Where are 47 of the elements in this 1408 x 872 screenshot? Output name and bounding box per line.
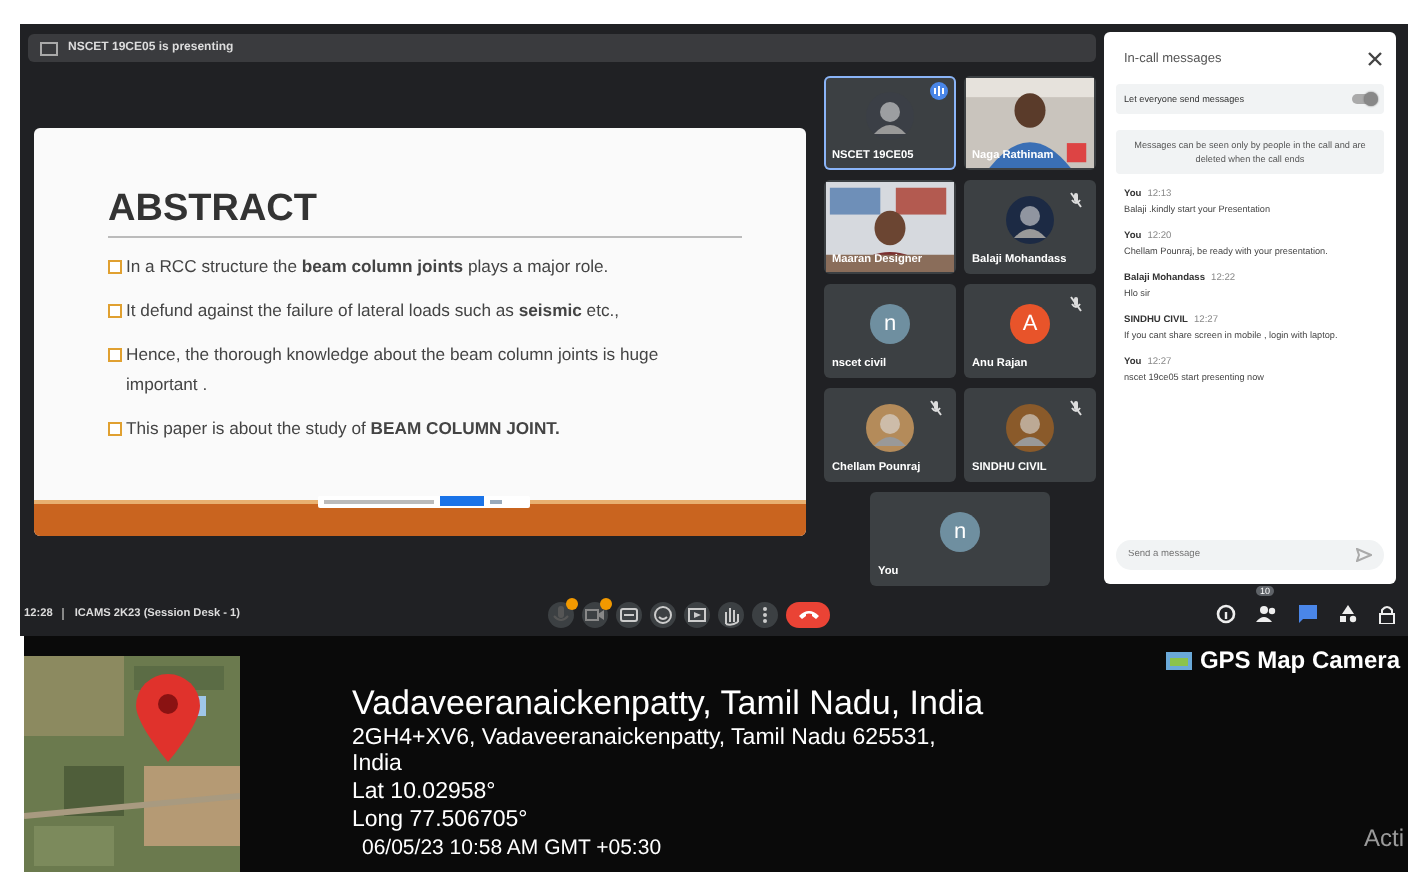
alert-badge: [566, 597, 578, 609]
avatar-letter: n: [940, 511, 980, 551]
hand-icon: [720, 603, 742, 625]
lock-icon[interactable]: [1378, 604, 1396, 624]
map-pin-icon: [134, 672, 202, 764]
location-title: Vadaveeranaickenpatty, Tamil Nadu, India: [352, 684, 986, 724]
present-button[interactable]: [684, 601, 710, 627]
mic-button[interactable]: [548, 601, 574, 627]
bullet-text: This paper is about the study of BEAM COLUMN JOINT.: [126, 415, 562, 442]
longitude-text: Long 77.506705°: [352, 808, 530, 834]
app-name: GPS Map Camera: [1199, 646, 1400, 674]
map-icon: [1165, 651, 1192, 669]
bullet-text: In a RCC structure the beam column joints plays a major role.: [126, 253, 611, 280]
activation-notice: Acti: [1363, 824, 1404, 852]
checkbox-bullet-icon: [108, 303, 122, 317]
checkbox-bullet-icon: [108, 347, 122, 361]
presenter-icon: [40, 41, 58, 55]
end-call-button[interactable]: [786, 601, 830, 627]
latitude-text: Lat 10.02958°: [352, 780, 498, 806]
more-button[interactable]: [752, 601, 778, 627]
emoji-icon: [652, 603, 674, 625]
checkbox-bullet-icon: [108, 421, 122, 435]
avatar-letter: A: [1010, 303, 1050, 343]
toggle-switch[interactable]: [1352, 94, 1376, 104]
bullet-text: It defund against the failure of lateral loads such as seismic etc.,: [126, 297, 622, 324]
camera-icon: [584, 603, 606, 625]
address-text: 2GH4+XV6, Vadaveeranaickenpatty, Tamil Nadu 625531, India: [352, 726, 938, 778]
emoji-button[interactable]: [650, 601, 676, 627]
date-time-text: 06/05/23 10:58 AM GMT +05:30: [360, 836, 662, 860]
slide-title: ABSTRACT: [108, 187, 319, 231]
close-icon[interactable]: [1368, 51, 1382, 65]
captions-button[interactable]: [616, 601, 642, 627]
alert-badge: [600, 597, 612, 609]
info-icon[interactable]: [1216, 604, 1236, 624]
captions-icon: [618, 603, 640, 625]
phone-icon: [797, 608, 819, 620]
avatar-letter: n: [870, 303, 910, 343]
hand-button[interactable]: [718, 601, 744, 627]
shapes-icon[interactable]: [1338, 604, 1358, 624]
people-icon[interactable]: [1256, 604, 1278, 624]
chat-icon[interactable]: [1298, 604, 1318, 624]
checkbox-bullet-icon: [108, 259, 122, 273]
send-icon: [1356, 548, 1372, 562]
mic-icon: [550, 603, 572, 625]
present-icon: [686, 603, 708, 625]
bullet-text: Hence, the thorough knowledge about the beam column joints is huge important .: [126, 341, 661, 398]
camera-button[interactable]: [582, 601, 608, 627]
